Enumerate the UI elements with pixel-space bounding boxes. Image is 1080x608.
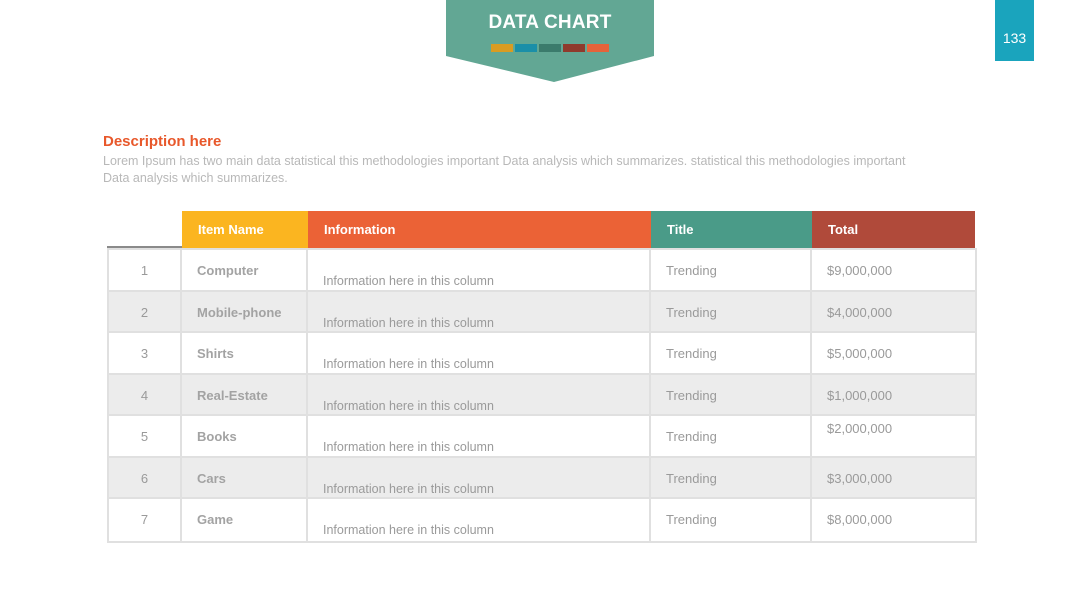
- table-row: 4 Real-Estate Information here in this col…: [109, 374, 975, 416]
- information-cell: Information here in this column: [308, 291, 651, 331]
- row-number: 5: [109, 416, 182, 456]
- title-cell: Trending: [651, 250, 812, 290]
- information-cell: Information here in this column: [308, 499, 651, 541]
- table-row: 3 Shirts Information here in this column Tr…: [109, 333, 975, 375]
- swatch-1: [491, 44, 513, 52]
- column-header-item-name: Item Name: [182, 211, 308, 248]
- swatch-4: [563, 44, 585, 52]
- row-number: 6: [109, 457, 182, 497]
- total-cell: $8,000,000: [827, 512, 893, 527]
- description-heading: Description here: [103, 133, 222, 150]
- swatch-5: [587, 44, 609, 52]
- table-row: 7 Game Information here in this column Tren…: [109, 499, 975, 541]
- column-header-title: Title: [651, 211, 812, 248]
- information-cell: Information here in this column: [308, 333, 651, 373]
- total-cell: $4,000,000: [827, 304, 893, 320]
- total-cell: $9,000,000: [827, 263, 893, 278]
- swatch-2: [515, 44, 537, 52]
- item-name-cell: Shirts: [182, 333, 308, 373]
- information-cell: Information here in this column: [308, 250, 651, 290]
- total-cell: $2,000,000: [827, 421, 893, 436]
- table-row: 2 Mobile-phone Information here in this co…: [109, 291, 975, 333]
- total-cell: $5,000,000: [827, 346, 893, 361]
- item-name-cell: Real-Estate: [182, 374, 308, 414]
- title-cell: Trending: [651, 416, 812, 456]
- table-header: Item Name Information Title Total: [107, 211, 977, 248]
- title-cell: Trending: [651, 457, 812, 497]
- item-name-cell: Game: [182, 499, 308, 541]
- table-row: 1 Computer Information here in this column…: [109, 250, 975, 292]
- item-name-cell: Books: [182, 416, 308, 456]
- information-cell: Information here in this column: [308, 374, 651, 414]
- column-header-information: Information: [308, 211, 651, 248]
- title-cell: Trending: [651, 374, 812, 414]
- column-header-total: Total: [812, 211, 975, 248]
- header-blank-cell: [107, 246, 182, 248]
- row-number: 2: [109, 291, 182, 331]
- page-number-badge: 133: [995, 0, 1034, 61]
- swatch-3: [539, 44, 561, 52]
- color-swatches: [491, 44, 609, 52]
- item-name-cell: Mobile-phone: [182, 291, 308, 331]
- information-cell: Information here in this column: [308, 457, 651, 497]
- page-title: DATA CHART: [488, 12, 612, 33]
- row-number: 1: [109, 250, 182, 290]
- total-cell: $3,000,000: [827, 470, 893, 486]
- row-number: 3: [109, 333, 182, 373]
- total-cell: $1,000,000: [827, 387, 893, 403]
- title-cell: Trending: [651, 499, 812, 541]
- table-body: 1 Computer Information here in this column…: [107, 248, 977, 543]
- table-row: 6 Cars Information here in this column Tren…: [109, 457, 975, 499]
- item-name-cell: Computer: [182, 250, 308, 290]
- title-cell: Trending: [651, 333, 812, 373]
- information-cell: Information here in this column: [308, 416, 651, 456]
- description-text: Lorem Ipsum has two main data statistica…: [103, 154, 906, 185]
- title-ribbon: DATA CHART: [446, 0, 654, 82]
- data-table: Item Name Information Title Total 1 Compu…: [107, 211, 977, 543]
- title-cell: Trending: [651, 291, 812, 331]
- row-number: 7: [109, 499, 182, 541]
- table-row: 5 Books Information here in this column Tre…: [109, 416, 975, 458]
- row-number: 4: [109, 374, 182, 414]
- item-name-cell: Cars: [182, 457, 308, 497]
